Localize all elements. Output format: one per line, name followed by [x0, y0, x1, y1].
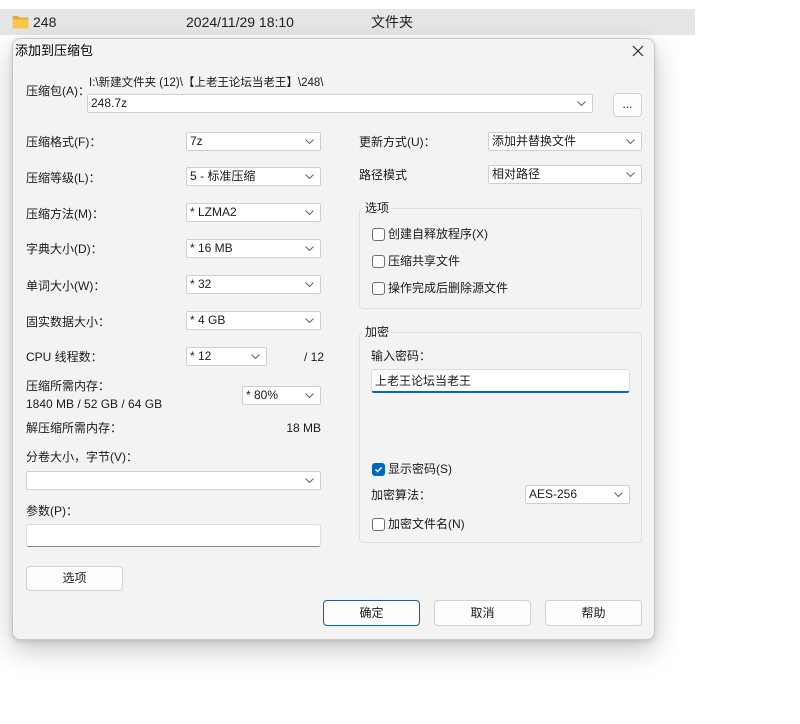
- level-value: 5 - 标准压缩: [190, 169, 256, 183]
- cancel-button[interactable]: 取消: [434, 600, 531, 626]
- memory-decompress-label: 解压缩所需内存：: [26, 421, 123, 435]
- archive-name-combo[interactable]: 248.7z: [87, 94, 593, 113]
- file-name: 248: [33, 14, 57, 30]
- params-input[interactable]: [26, 524, 321, 547]
- chevron-down-icon[interactable]: [577, 101, 586, 106]
- word-size-select[interactable]: * 32: [186, 275, 321, 294]
- word-size-label: 单词大小(W)：: [26, 279, 106, 293]
- close-button[interactable]: [628, 41, 648, 61]
- shared-files-checkbox[interactable]: [372, 255, 385, 268]
- folder-icon: [12, 15, 29, 29]
- encryption-method-select[interactable]: AES-256: [525, 485, 630, 504]
- dictionary-value: * 16 MB: [190, 241, 233, 255]
- password-label: 输入密码：: [371, 349, 432, 363]
- params-label: 参数(P)：: [26, 504, 78, 518]
- solid-size-value: * 4 GB: [190, 313, 226, 327]
- chevron-down-icon: [305, 282, 314, 287]
- solid-size-label: 固实数据大小：: [26, 315, 111, 329]
- path-mode-value: 相对路径: [492, 167, 541, 181]
- password-input[interactable]: [371, 369, 630, 393]
- sfx-checkbox-label[interactable]: 创建自释放程序(X): [388, 226, 488, 242]
- archive-name-value: 248.7z: [91, 96, 128, 110]
- chevron-down-icon: [305, 318, 314, 323]
- shared-files-checkbox-label[interactable]: 压缩共享文件: [388, 253, 460, 269]
- method-select[interactable]: * LZMA2: [186, 203, 321, 222]
- level-select[interactable]: 5 - 标准压缩: [186, 167, 321, 186]
- memory-usage-select[interactable]: * 80%: [242, 386, 321, 405]
- help-button[interactable]: 帮助: [545, 600, 642, 626]
- memory-compress-detail: 1840 MB / 52 GB / 64 GB: [26, 397, 163, 411]
- options-group-title: 选项: [363, 200, 392, 216]
- encrypt-names-checkbox[interactable]: [372, 518, 385, 531]
- chevron-down-icon[interactable]: [305, 478, 314, 483]
- close-icon: [632, 45, 644, 57]
- file-type: 文件夹: [371, 14, 413, 30]
- threads-max: / 12: [304, 350, 325, 364]
- options-button[interactable]: 选项: [26, 566, 123, 591]
- threads-value: * 12: [190, 349, 212, 363]
- dictionary-label: 字典大小(D)：: [26, 242, 103, 256]
- level-label: 压缩等级(L)：: [26, 171, 101, 185]
- chevron-down-icon: [251, 354, 260, 359]
- memory-usage-value: * 80%: [246, 388, 279, 402]
- chevron-down-icon: [626, 139, 635, 144]
- explorer-file-row[interactable]: 248 2024/11/29 18:10 文件夹: [0, 9, 695, 35]
- path-mode-select[interactable]: 相对路径: [488, 165, 642, 184]
- show-password-label[interactable]: 显示密码(S): [388, 461, 452, 477]
- sfx-checkbox[interactable]: [372, 228, 385, 241]
- archive-path: I:\新建文件夹 (12)\【上老王论坛当老王】\248\: [89, 77, 324, 89]
- ok-button[interactable]: 确定: [323, 600, 420, 626]
- encryption-method-label: 加密算法：: [371, 488, 432, 502]
- volume-label: 分卷大小，字节(V)：: [26, 450, 138, 464]
- file-date: 2024/11/29 18:10: [186, 14, 294, 30]
- show-password-checkbox[interactable]: [372, 463, 385, 476]
- memory-compress-label: 压缩所需内存：: [26, 379, 111, 393]
- update-mode-value: 添加并替换文件: [492, 134, 577, 148]
- dictionary-select[interactable]: * 16 MB: [186, 239, 321, 258]
- chevron-down-icon: [614, 492, 623, 497]
- chevron-down-icon: [626, 172, 635, 177]
- memory-decompress-value: 18 MB: [286, 421, 321, 435]
- method-label: 压缩方法(M)：: [26, 207, 104, 221]
- solid-size-select[interactable]: * 4 GB: [186, 311, 321, 330]
- chevron-down-icon: [305, 210, 314, 215]
- dialog-title: 添加到压缩包: [15, 43, 94, 58]
- browse-button[interactable]: ...: [613, 93, 642, 117]
- format-label: 压缩格式(F)：: [26, 135, 102, 149]
- archive-label: 压缩包(A)：: [26, 84, 90, 98]
- format-select[interactable]: 7z: [186, 132, 321, 151]
- update-mode-select[interactable]: 添加并替换文件: [488, 132, 642, 151]
- threads-label: CPU 线程数：: [26, 350, 103, 364]
- chevron-down-icon: [305, 393, 314, 398]
- delete-after-checkbox-label[interactable]: 操作完成后删除源文件: [388, 280, 508, 296]
- chevron-down-icon: [305, 139, 314, 144]
- encryption-group-title: 加密: [363, 324, 392, 340]
- word-size-value: * 32: [190, 277, 212, 291]
- chevron-down-icon: [305, 246, 314, 251]
- method-value: * LZMA2: [190, 205, 237, 219]
- add-to-archive-dialog: 添加到压缩包 压缩包(A)： I:\新建文件夹 (12)\【上老王论坛当老王】\…: [12, 38, 655, 640]
- encrypt-names-label[interactable]: 加密文件名(N): [388, 516, 465, 532]
- delete-after-checkbox[interactable]: [372, 282, 385, 295]
- encryption-method-value: AES-256: [529, 487, 578, 501]
- update-mode-label: 更新方式(U)：: [359, 135, 436, 149]
- path-mode-label: 路径模式: [359, 168, 408, 182]
- volume-size-combo[interactable]: [26, 471, 321, 490]
- format-value: 7z: [190, 134, 203, 148]
- chevron-down-icon: [305, 174, 314, 179]
- threads-select[interactable]: * 12: [186, 347, 267, 366]
